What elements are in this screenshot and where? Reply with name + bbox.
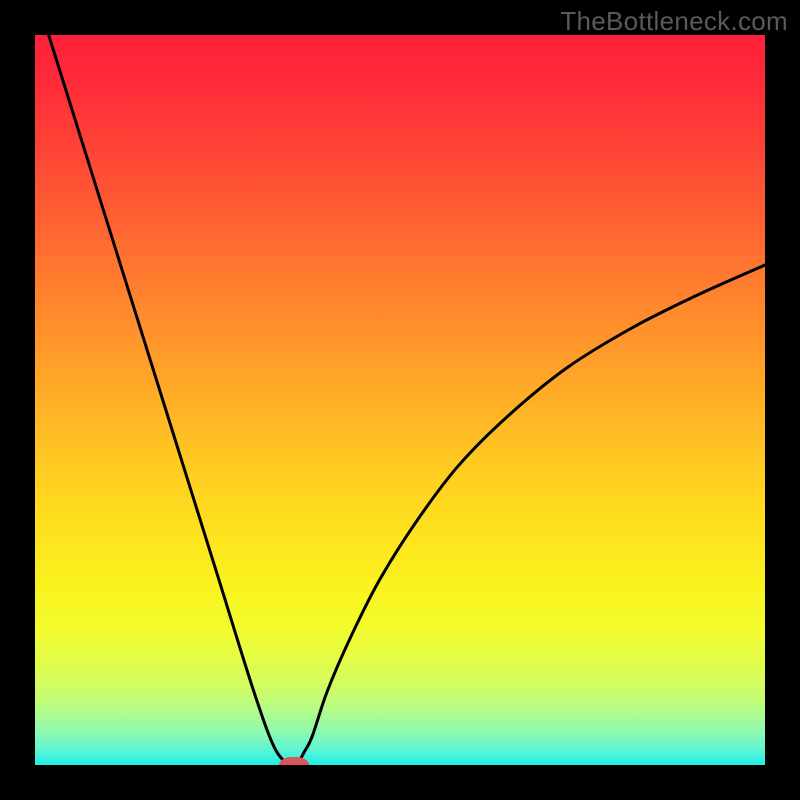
- optimum-marker: [279, 757, 309, 765]
- bottleneck-curve-path: [35, 35, 765, 765]
- watermark-text: TheBottleneck.com: [560, 6, 788, 37]
- chart-frame: TheBottleneck.com: [0, 0, 800, 800]
- plot-area: [35, 35, 765, 765]
- curve-svg: [35, 35, 765, 765]
